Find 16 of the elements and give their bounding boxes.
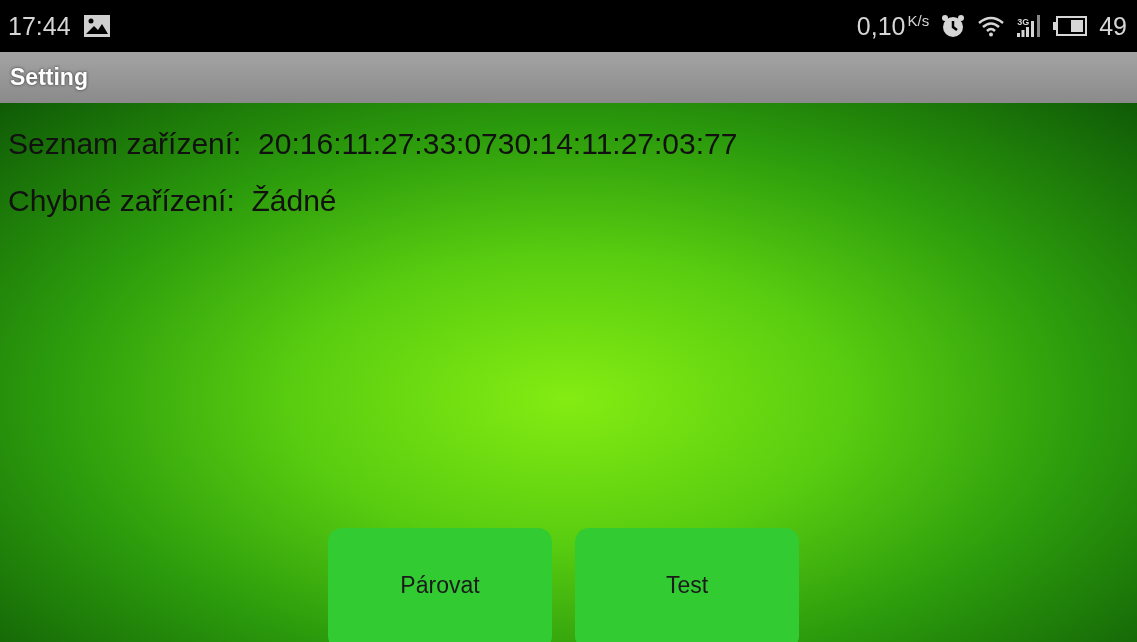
info-line: Seznam zařízení: 20:16:11:27:33:0730:14:11:27:03:77 [7, 125, 739, 162]
picture-icon [82, 14, 111, 38]
battery-icon [1053, 16, 1088, 36]
network-type: 3G [1017, 18, 1030, 27]
speed-unit: K/s [907, 12, 930, 29]
network-speed: 0,10 [856, 11, 906, 41]
screen-title: Setting [10, 64, 88, 91]
action-button[interactable]: Párovat [328, 528, 552, 642]
wifi-icon [977, 15, 1006, 37]
battery-level: 49 [1099, 11, 1127, 41]
signal-bars-icon [1031, 15, 1042, 37]
signal-icon [1017, 27, 1030, 37]
clock: 17:44 [8, 11, 71, 41]
info-line: Chybné zařízení: Žádné [7, 182, 338, 219]
action-button[interactable]: Test [575, 528, 799, 642]
alarm-clock-icon [941, 14, 966, 38]
